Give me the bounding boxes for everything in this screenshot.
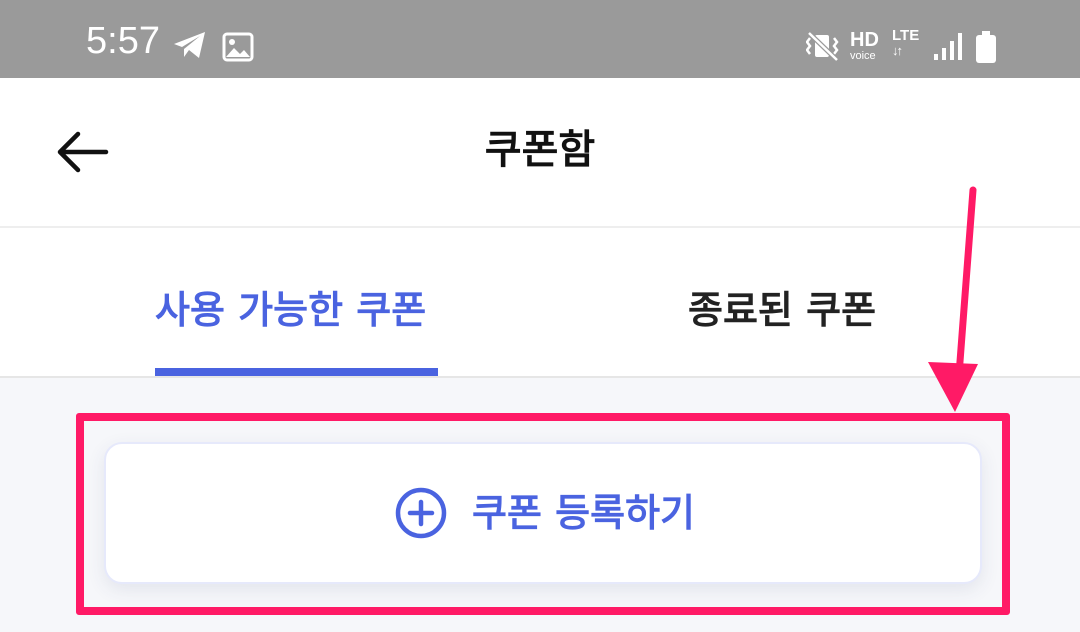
register-coupon-label: 쿠폰 등록하기 [472, 491, 695, 535]
tab-available-coupons[interactable]: 사용 가능한 쿠폰 [155, 286, 426, 334]
lte-arrows: ↓↑ [892, 43, 903, 58]
lte-label: LTE [892, 27, 920, 44]
app-screen: 5:57 HD voice LTE ↓↑ 쿠폰함 사용 가능한 쿠폰 종료된 쿠… [0, 0, 1080, 632]
status-bar: 5:57 HD voice LTE ↓↑ [0, 0, 1080, 78]
vibrate-icon [806, 31, 839, 62]
page-title: 쿠폰함 [484, 127, 596, 173]
app-header: 쿠폰함 [0, 78, 1080, 228]
voice-label: voice [850, 50, 876, 62]
hd-voice-indicator: HD voice [850, 30, 879, 62]
register-coupon-button[interactable]: 쿠폰 등록하기 [104, 442, 982, 584]
coupon-content: 쿠폰 등록하기 [0, 378, 1080, 632]
lte-indicator: LTE ↓↑ [892, 28, 919, 58]
tab-expired-coupons[interactable]: 종료된 쿠폰 [688, 286, 876, 334]
tab-active-indicator [155, 368, 438, 376]
plus-circle-icon [395, 487, 447, 539]
hd-label: HD [850, 29, 879, 51]
coupon-tabs: 사용 가능한 쿠폰 종료된 쿠폰 [0, 228, 1080, 378]
status-time: 5:57 [86, 20, 160, 62]
signal-icon [934, 33, 962, 60]
telegram-icon [174, 32, 205, 58]
image-icon [222, 32, 254, 62]
battery-icon [976, 31, 996, 63]
